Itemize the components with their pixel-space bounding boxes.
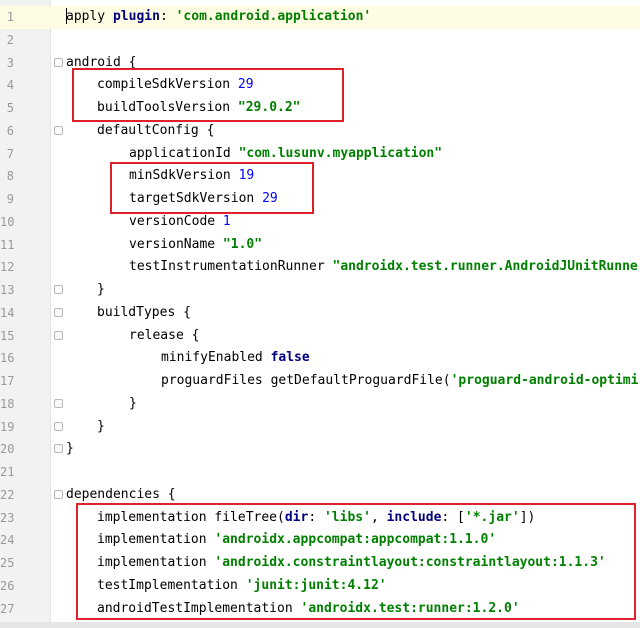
code-token: } bbox=[97, 418, 105, 434]
code-line[interactable]: 16 minifyEnabled false bbox=[0, 347, 640, 370]
fold-marker-icon[interactable] bbox=[54, 125, 63, 135]
code-line[interactable]: 1 apply plugin: 'com.android.application' bbox=[0, 6, 640, 29]
horizontal-scrollbar[interactable] bbox=[0, 622, 640, 628]
code-line[interactable]: 14 buildTypes { bbox=[0, 302, 640, 325]
code-line[interactable]: 7 applicationId "com.lusunv.myapplication… bbox=[0, 143, 640, 166]
line-number: 13 bbox=[0, 283, 15, 297]
line-number: 11 bbox=[0, 237, 15, 252]
line-number: 17 bbox=[0, 374, 15, 388]
line-number: 14 bbox=[0, 305, 15, 320]
line-number: 23 bbox=[0, 510, 15, 525]
highlight-box-dependencies bbox=[76, 503, 636, 620]
code-token: dependencies { bbox=[66, 486, 176, 502]
code-token: "com.lusunv.myapplication" bbox=[238, 145, 443, 161]
code-token: } bbox=[129, 395, 137, 411]
code-token: "1.0" bbox=[222, 236, 263, 252]
code-text: versionName "1.0" bbox=[129, 234, 262, 257]
code-token: : bbox=[159, 9, 176, 24]
code-text: proguardFiles getDefaultProguardFile('pr… bbox=[161, 370, 638, 393]
code-line[interactable]: 15 release { bbox=[0, 325, 640, 348]
code-line[interactable]: 12 testInstrumentationRunner "androidx.te… bbox=[0, 256, 640, 279]
code-token: versionName bbox=[129, 236, 223, 252]
code-line[interactable]: 21 bbox=[0, 461, 640, 484]
code-text: minifyEnabled false bbox=[161, 347, 310, 370]
line-number: 1 bbox=[6, 10, 14, 24]
code-line[interactable]: 17 proguardFiles getDefaultProguardFile('… bbox=[0, 370, 640, 393]
code-text: } bbox=[97, 416, 105, 439]
line-number: 8 bbox=[6, 169, 14, 184]
code-token: 1 bbox=[222, 213, 231, 229]
line-number: 27 bbox=[0, 601, 15, 616]
line-number: 9 bbox=[6, 192, 14, 206]
line-number: 24 bbox=[0, 533, 15, 548]
code-token: buildTypes { bbox=[97, 304, 191, 320]
line-number: 20 bbox=[0, 442, 15, 457]
code-text: release { bbox=[129, 325, 199, 348]
code-token: proguardFiles getDefaultProguardFile( bbox=[161, 373, 451, 388]
code-line[interactable]: 10 versionCode 1 bbox=[0, 211, 640, 234]
code-token: plugin bbox=[112, 9, 160, 24]
code-token: minifyEnabled bbox=[161, 350, 271, 366]
line-number: 2 bbox=[6, 32, 14, 47]
code-line[interactable]: 6 defaultConfig { bbox=[0, 120, 640, 143]
code-line[interactable]: 2 bbox=[0, 29, 640, 52]
line-number: 18 bbox=[0, 396, 15, 411]
code-token: false bbox=[270, 350, 310, 366]
line-number: 7 bbox=[6, 146, 14, 161]
code-token: testInstrumentationRunner bbox=[129, 259, 333, 275]
fold-marker-icon[interactable] bbox=[54, 307, 63, 317]
line-number: 19 bbox=[0, 419, 15, 434]
line-number: 26 bbox=[0, 578, 15, 593]
line-number: 10 bbox=[0, 214, 15, 229]
code-line[interactable]: 13} bbox=[0, 279, 640, 302]
highlight-box-sdk-versions bbox=[72, 68, 344, 122]
code-line[interactable]: 19} bbox=[0, 416, 640, 439]
code-line[interactable]: 20} bbox=[0, 438, 640, 461]
fold-marker-icon[interactable] bbox=[54, 285, 63, 294]
line-number: 5 bbox=[6, 101, 14, 115]
fold-marker-icon[interactable] bbox=[54, 421, 63, 431]
line-number: 22 bbox=[0, 487, 15, 502]
fold-marker-icon[interactable] bbox=[54, 398, 63, 408]
code-token: apply bbox=[66, 9, 113, 24]
code-line[interactable]: 11 versionName "1.0" bbox=[0, 234, 640, 257]
code-token: "androidx.test.runner.AndroidJUnitRunne bbox=[332, 259, 638, 275]
fold-marker-icon[interactable] bbox=[54, 489, 63, 499]
line-number: 3 bbox=[6, 55, 14, 70]
line-number: 15 bbox=[0, 328, 15, 343]
code-text: defaultConfig { bbox=[97, 120, 214, 143]
code-text: } bbox=[66, 438, 74, 461]
code-line[interactable]: 18} bbox=[0, 393, 640, 416]
code-text: versionCode 1 bbox=[129, 211, 231, 234]
code-token: release { bbox=[129, 327, 200, 343]
line-number: 25 bbox=[0, 556, 15, 570]
line-number: 21 bbox=[0, 465, 15, 479]
code-token: applicationId bbox=[129, 145, 239, 161]
code-text: } bbox=[129, 393, 137, 416]
text-cursor bbox=[66, 8, 67, 24]
code-line[interactable]: 8 minSdkVersion 19 bbox=[0, 165, 640, 188]
code-token: defaultConfig { bbox=[97, 122, 215, 138]
highlight-box-min-target-sdk bbox=[110, 162, 314, 214]
code-text: testInstrumentationRunner "androidx.test… bbox=[129, 256, 638, 279]
line-number: 16 bbox=[0, 351, 15, 366]
code-token: } bbox=[97, 282, 105, 297]
code-token: } bbox=[66, 441, 74, 457]
line-number: 12 bbox=[0, 260, 15, 275]
fold-marker-icon[interactable] bbox=[54, 330, 63, 340]
code-text: apply plugin: 'com.android.application' bbox=[66, 6, 371, 29]
code-token: 'com.android.application' bbox=[175, 9, 372, 24]
line-number: 4 bbox=[6, 78, 14, 93]
line-number: 6 bbox=[6, 123, 14, 138]
fold-marker-icon[interactable] bbox=[54, 57, 63, 67]
code-editor[interactable]: 1 apply plugin: 'com.android.application'… bbox=[0, 0, 640, 628]
fold-marker-icon[interactable] bbox=[54, 444, 63, 454]
code-text: buildTypes { bbox=[97, 302, 191, 325]
code-line[interactable]: 9 targetSdkVersion 29 bbox=[0, 188, 640, 211]
code-token: 'proguard-android-optimi bbox=[450, 373, 639, 388]
code-text: } bbox=[97, 279, 105, 302]
code-token: versionCode bbox=[129, 213, 223, 229]
